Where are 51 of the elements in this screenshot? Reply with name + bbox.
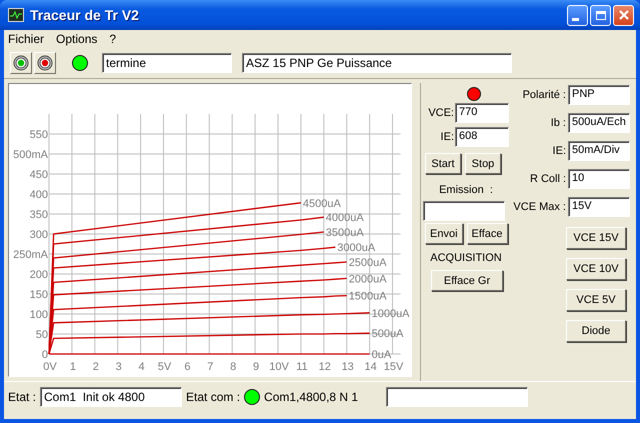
x-tick-label: 15V [384,361,404,373]
curve-label: 3500uA [326,227,364,239]
curve-label: 4000uA [326,212,364,224]
y-tick-label: 350 [30,209,48,221]
status-label: Etat : [8,390,36,404]
x-tick-label: 1 [70,361,76,373]
y-tick-label: 400 [30,189,48,201]
x-tick-label: 9 [253,361,260,373]
x-tick-label: 13 [342,361,354,373]
com-settings-text: Com1,4800,8 N 1 [264,390,358,404]
curve-label: 3000uA [337,242,376,254]
x-tick-label: 14 [364,361,377,373]
curve-label: 0uA [372,349,392,361]
x-tick-label: 6 [184,361,190,373]
y-tick-label: 500mA [13,149,48,161]
y-tick-label: 300 [30,229,48,241]
emission-label: Emission : [439,184,493,196]
x-tick-label: 7 [207,361,214,373]
field-label: IE: [552,144,566,156]
y-tick-label: 250mA [13,249,48,261]
x-tick-label: 4 [138,361,145,373]
x-tick-label: 8 [230,361,236,373]
section-label: ACQUISITION [430,252,502,264]
x-tick-label: 0V [43,361,57,373]
field-label: IE: [440,131,454,143]
field-label: R Coll : [530,172,566,184]
curve-label: 1000uA [372,308,410,320]
window-title: Traceur de Tr V2 [30,7,139,23]
y-tick-label: 100 [30,309,48,321]
y-tick-label: 50 [36,329,48,341]
y-tick-label: 0 [42,349,48,361]
x-tick-label: 3 [116,361,122,373]
y-tick-label: 200 [30,269,48,281]
field-label: Ib : [550,116,566,128]
field-label: VCE: [428,107,454,119]
curve-label: 4500uA [302,198,341,210]
y-tick-label: 150 [30,289,48,301]
x-tick-label: 2 [92,361,99,373]
curve-label: 2500uA [348,257,387,269]
y-tick-label: 450 [30,169,48,181]
curve-label: 1500uA [348,290,387,303]
y-tick-label: 550 [30,129,48,141]
x-tick-label: 11 [296,361,308,373]
field-label: VCE Max : [513,200,566,212]
x-tick-label: 5V [158,361,172,373]
x-tick-label: 10V [269,361,289,373]
curve-label: 2000uA [348,273,387,286]
curve-label: 500uA [372,328,404,340]
status-label: Etat com : [186,390,240,404]
x-tick-label: 12 [318,361,331,373]
field-label: Polarité : [522,88,566,100]
